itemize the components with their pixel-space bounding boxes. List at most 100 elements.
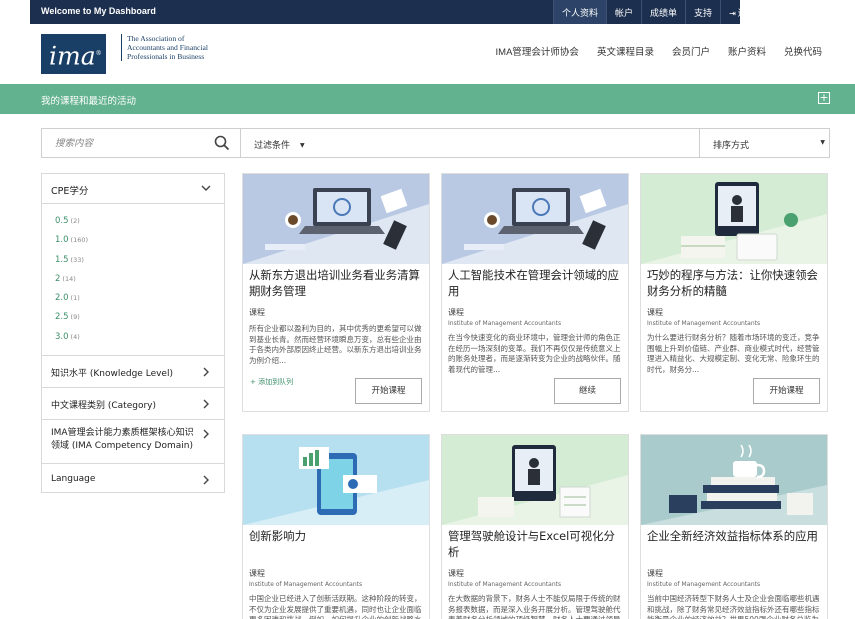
course-type: 课程	[249, 308, 265, 317]
activity-bar-title: 我的课程和最近的活动	[41, 96, 137, 107]
cpe-value: 2.0	[55, 293, 69, 304]
course-card[interactable]: 巧妙的程序与方法：让你快速领会财务分析的精髓 课程 Institute of M…	[640, 173, 828, 412]
course-type: 课程	[647, 569, 663, 578]
nav-member-portal[interactable]: 会员门户	[672, 44, 710, 58]
cpe-item[interactable]: 1.0 (160)	[55, 235, 224, 254]
filter-bar: 过滤条件 ▼ 排序方式 ▼	[41, 128, 830, 158]
course-description: 中国企业已经进入了创新活跃期。这种阶段的转变，不仅为企业发展提供了重要机遇，同时…	[249, 594, 422, 619]
course-description: 在当今快速变化的商业环境中，管理会计师的角色正在经历一场深刻的变革。我们不再仅仅…	[448, 333, 621, 374]
course-title[interactable]: 人工智能技术在管理会计领域的应用	[442, 264, 628, 304]
course-title[interactable]: 创新影响力	[243, 525, 429, 565]
logout-icon: ⇥	[729, 9, 736, 18]
course-thumbnail	[442, 174, 628, 264]
add-to-queue-link[interactable]: + 添加到队列	[250, 377, 293, 387]
laptop-desk-illustration	[442, 174, 628, 264]
chevron-right-icon	[203, 367, 209, 377]
course-type: 课程	[249, 569, 265, 578]
nav-english-catalog[interactable]: 英文课程目录	[597, 44, 654, 58]
video-lecture-illustration	[442, 435, 628, 525]
topnav-logout[interactable]: ⇥ 退出	[720, 0, 764, 24]
course-card[interactable]: 从新东方退出培训业务看业务清算期财务管理 课程 所有企业都以盈利为目的，其中优秀…	[242, 173, 430, 412]
filter-condition-dropdown[interactable]: 过滤条件 ▼	[240, 129, 699, 157]
caret-down-icon: ▼	[300, 142, 305, 149]
sort-label: 排序方式	[713, 141, 750, 151]
cpe-credits-list: 0.5 (2) 1.0 (160) 1.5 (33) 2 (14) 2.0 (1) 2.5…	[42, 204, 224, 356]
course-organization: Institute of Management Accountants	[647, 320, 761, 327]
course-title[interactable]: 管理驾驶舱设计与Excel可视化分析	[442, 525, 628, 565]
expand-plus-icon[interactable]: +	[818, 92, 830, 104]
topnav-profile[interactable]: 个人资料	[553, 0, 607, 24]
course-thumbnail	[641, 174, 827, 264]
dashboard-welcome-title: Welcome to My Dashboard	[41, 6, 156, 16]
course-description: 当前中国经济转型下财务人士及企业会面临哪些机遇和挑战，除了财务常见经济效益指标外…	[647, 594, 820, 619]
nav-ima[interactable]: IMA管理会计师协会	[496, 44, 579, 58]
knowledge-level-filter[interactable]: 知识水平 (Knowledge Level)	[42, 356, 224, 388]
language-filter[interactable]: Language	[42, 464, 224, 496]
top-bar: Welcome to My Dashboard 个人资料 帐户 成绩单 支持 ⇥…	[0, 0, 855, 24]
cpe-count: (1)	[70, 294, 80, 303]
start-course-button[interactable]: 开始课程	[753, 378, 820, 404]
topnav-support[interactable]: 支持	[685, 0, 720, 24]
topnav-transcript[interactable]: 成绩单	[641, 0, 685, 24]
cpe-value: 3.0	[55, 331, 69, 342]
course-type: 课程	[647, 308, 663, 317]
course-description: 所有企业都以盈利为目的，其中优秀的更希望可以做到基业长青。然而经营环境瞬息万变，…	[249, 324, 422, 365]
nav-account-info[interactable]: 账户资料	[728, 44, 766, 58]
nav-redeem-code[interactable]: 兑换代码	[784, 44, 822, 58]
knowledge-level-label: 知识水平 (Knowledge Level)	[51, 369, 173, 379]
logo-tagline: The Association of Accountants and Finan…	[121, 34, 216, 61]
books-coffee-illustration	[641, 435, 827, 525]
language-label: Language	[51, 474, 96, 484]
course-title[interactable]: 企业全新经济效益指标体系的应用	[641, 525, 827, 565]
logo-mark: ima	[49, 41, 96, 71]
cpe-item[interactable]: 2.0 (1)	[55, 293, 224, 312]
course-card[interactable]: 创新影响力 课程 Institute of Management Account…	[242, 434, 430, 619]
cpe-item[interactable]: 0.5 (2)	[55, 216, 224, 235]
cpe-item[interactable]: 1.5 (33)	[55, 255, 224, 274]
course-card[interactable]: 人工智能技术在管理会计领域的应用 课程 Institute of Managem…	[441, 173, 629, 412]
cpe-count: (9)	[70, 313, 80, 322]
course-thumbnail	[243, 174, 429, 264]
cpe-item[interactable]: 2.5 (9)	[55, 312, 224, 331]
site-header: ima® The Association of Accountants and …	[0, 24, 855, 84]
cpe-count: (2)	[70, 217, 80, 225]
course-card[interactable]: 企业全新经济效益指标体系的应用 课程 Institute of Manageme…	[640, 434, 828, 619]
sort-dropdown[interactable]: 排序方式 ▼	[699, 129, 830, 157]
course-organization: Institute of Management Accountants	[448, 581, 562, 588]
video-lecture-illustration	[641, 174, 827, 264]
course-card[interactable]: 管理驾驶舱设计与Excel可视化分析 课程 Institute of Manag…	[441, 434, 629, 619]
course-description: 在大数据的背景下，财务人士不能仅局限于传统的财务报表数据，而是深入业务开展分析。…	[448, 594, 621, 619]
cpe-item[interactable]: 2 (14)	[55, 274, 224, 293]
search-icon[interactable]	[214, 135, 230, 151]
cpe-value: 1.5	[55, 254, 69, 265]
course-title[interactable]: 巧妙的程序与方法：让你快速领会财务分析的精髓	[641, 264, 827, 304]
course-organization: Institute of Management Accountants	[249, 581, 363, 588]
main-nav: IMA管理会计师协会 英文课程目录 会员门户 账户资料 兑换代码	[496, 44, 822, 58]
chevron-right-icon	[203, 429, 209, 439]
course-thumbnail	[442, 435, 628, 525]
chevron-right-icon	[203, 399, 209, 409]
filter-condition-label: 过滤条件	[254, 141, 291, 151]
cpe-value: 0.5	[55, 216, 69, 226]
chevron-right-icon	[203, 475, 209, 485]
ima-logo[interactable]: ima®	[41, 34, 106, 74]
cpe-count: (14)	[62, 274, 76, 283]
competency-domain-label: IMA管理会计能力素质框架核心知识领域 (IMA Competency Doma…	[51, 428, 194, 451]
topnav-account[interactable]: 帐户	[606, 0, 641, 24]
cpe-count: (4)	[70, 332, 80, 341]
competency-domain-filter[interactable]: IMA管理会计能力素质框架核心知识领域 (IMA Competency Doma…	[42, 420, 224, 464]
category-filter[interactable]: 中文课程类别 (Category)	[42, 388, 224, 420]
cpe-credits-header[interactable]: CPE学分	[42, 174, 224, 204]
cpe-count: (160)	[70, 236, 89, 245]
course-description: 为什么要进行财务分析？随着市场环境的变迁，竞争围幅上升到价值链、产业群、商业模式…	[647, 333, 820, 374]
search-input[interactable]	[42, 129, 240, 157]
continue-button[interactable]: 继续	[554, 378, 621, 404]
cpe-item[interactable]: 3.0 (4)	[55, 332, 224, 351]
start-course-button[interactable]: 开始课程	[355, 378, 422, 404]
top-nav: 个人资料 帐户 成绩单 支持 ⇥ 退出	[553, 0, 764, 24]
category-label: 中文课程类别 (Category)	[51, 401, 156, 411]
course-title[interactable]: 从新东方退出培训业务看业务清算期财务管理	[243, 264, 429, 304]
course-organization: Institute of Management Accountants	[448, 320, 562, 327]
course-type: 课程	[448, 308, 464, 317]
chevron-down-icon	[201, 185, 211, 191]
